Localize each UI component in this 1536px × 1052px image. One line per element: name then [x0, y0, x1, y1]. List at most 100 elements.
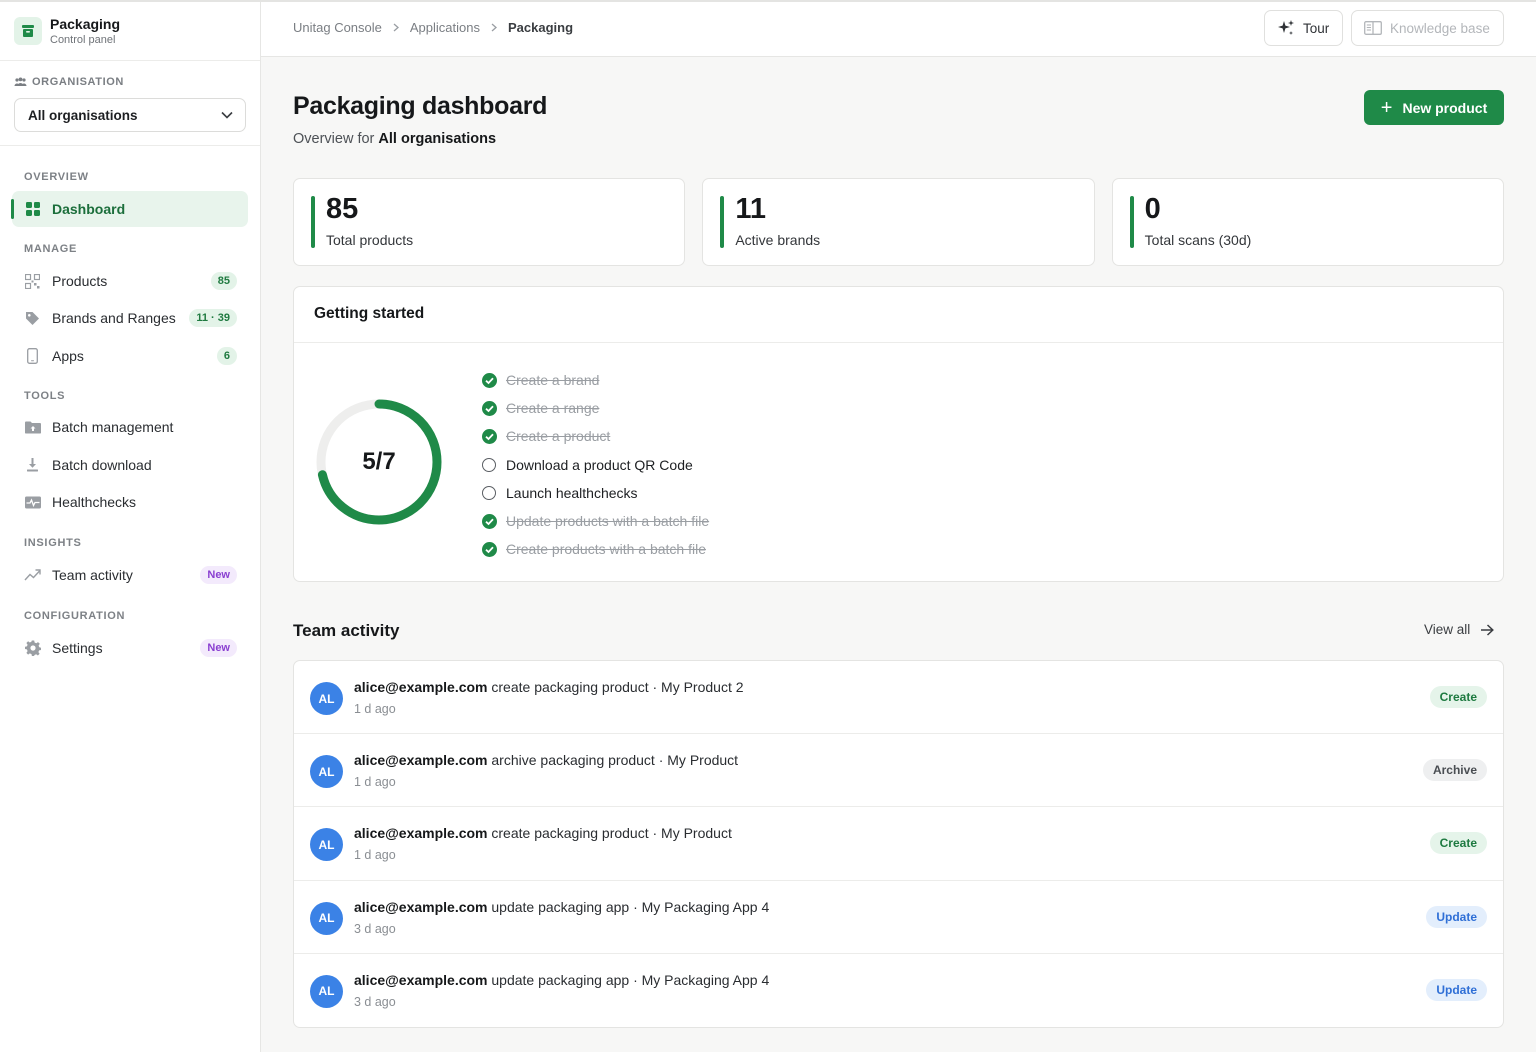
- new-product-label: New product: [1402, 99, 1488, 116]
- brand-header[interactable]: Packaging Control panel: [0, 2, 260, 61]
- organisation-label-text: ORGANISATION: [32, 76, 124, 88]
- sidebar-item-label: Products: [52, 273, 108, 289]
- activity-actor: alice@example.com: [354, 898, 488, 915]
- activity-action: update packaging app · My Packaging App …: [491, 971, 770, 988]
- stat-card-total-products: 85 Total products: [293, 178, 686, 266]
- stat-accent-bar: [1129, 196, 1134, 248]
- brands-count-badge: 11 · 39: [189, 309, 237, 327]
- knowledge-base-label: Knowledge base: [1390, 20, 1490, 36]
- step-create-batch-file[interactable]: Create products with a batch file: [481, 535, 709, 563]
- activity-row[interactable]: AL alice@example.com create packaging pr…: [294, 661, 1503, 735]
- empty-circle-icon: [481, 457, 497, 473]
- subtitle-prefix: Overview for: [293, 131, 375, 147]
- activity-text: alice@example.com create packaging produ…: [354, 679, 744, 695]
- subtitle-organisation: All organisations: [378, 131, 497, 147]
- activity-tag: Create: [1429, 686, 1487, 708]
- activity-tag: Archive: [1422, 759, 1487, 782]
- activity-time: 1 d ago: [354, 775, 396, 790]
- activity-action: update packaging app · My Packaging App …: [491, 898, 770, 915]
- team-activity-list: AL alice@example.com create packaging pr…: [293, 660, 1504, 1028]
- sidebar-item-healthchecks[interactable]: Healthchecks: [12, 484, 248, 520]
- sidebar: Packaging Control panel ORGANISATION All…: [0, 2, 261, 1052]
- avatar: AL: [310, 682, 343, 715]
- sidebar-item-products[interactable]: Products 85: [12, 263, 248, 299]
- getting-started-steps: Create a brand Create a range Create a p…: [481, 366, 709, 563]
- organisation-label: ORGANISATION: [14, 75, 246, 89]
- sidebar-item-batch-management[interactable]: Batch management: [12, 409, 248, 445]
- sidebar-item-apps[interactable]: Apps 6: [12, 338, 248, 374]
- step-create-product[interactable]: Create a product: [481, 422, 709, 450]
- stats-row: 85 Total products 11 Active brands 0 Tot…: [293, 178, 1504, 266]
- new-product-button[interactable]: + New product: [1364, 90, 1504, 125]
- breadcrumb-packaging: Packaging: [508, 20, 574, 35]
- stat-label: Total products: [326, 232, 414, 248]
- avatar: AL: [310, 755, 343, 789]
- plus-icon: +: [1380, 96, 1393, 119]
- check-circle-icon: [481, 428, 497, 444]
- section-tools: TOOLS: [24, 390, 66, 402]
- sidebar-item-label: Settings: [52, 640, 103, 656]
- sidebar-item-brands[interactable]: Brands and Ranges 11 · 39: [12, 300, 248, 336]
- activity-row[interactable]: AL alice@example.com archive packaging p…: [294, 734, 1503, 808]
- step-label: Launch healthchecks: [506, 484, 638, 501]
- breadcrumb-unitag-console[interactable]: Unitag Console: [293, 20, 382, 35]
- brand-title: Packaging: [50, 15, 121, 32]
- check-circle-icon: [481, 541, 497, 557]
- sidebar-item-batch-download[interactable]: Batch download: [12, 447, 248, 483]
- tour-button[interactable]: Tour: [1264, 10, 1343, 46]
- step-label: Create a product: [506, 428, 611, 445]
- step-download-qr-code[interactable]: Download a product QR Code: [481, 451, 709, 479]
- products-count-badge: 85: [210, 272, 237, 290]
- book-icon: [1364, 21, 1382, 35]
- chevron-right-icon: [393, 23, 399, 32]
- new-badge: New: [200, 639, 237, 657]
- organisation-select-value: All organisations: [28, 107, 138, 123]
- getting-started-card: Getting started 5/7 Create a brand Creat…: [293, 286, 1504, 582]
- avatar: AL: [310, 901, 343, 935]
- page-title: Packaging dashboard: [293, 92, 548, 120]
- sidebar-item-dashboard[interactable]: Dashboard: [11, 191, 248, 227]
- getting-started-title: Getting started: [294, 287, 1503, 343]
- activity-time: 1 d ago: [354, 848, 396, 863]
- step-label: Update products with a batch file: [506, 513, 710, 530]
- team-activity-title: Team activity: [293, 621, 400, 640]
- step-create-brand[interactable]: Create a brand: [481, 366, 709, 394]
- empty-circle-icon: [481, 485, 497, 501]
- download-icon: [24, 457, 41, 474]
- view-all-link[interactable]: View all: [1424, 622, 1495, 637]
- check-circle-icon: [481, 513, 497, 529]
- activity-time: 3 d ago: [354, 921, 396, 936]
- activity-actor: alice@example.com: [354, 752, 488, 769]
- top-header: Unitag Console Applications Packaging To…: [261, 2, 1536, 57]
- activity-tag: Update: [1426, 978, 1487, 1001]
- activity-action: archive packaging product · My Product: [491, 752, 739, 769]
- view-all-label: View all: [1424, 622, 1471, 637]
- activity-row[interactable]: AL alice@example.com update packaging ap…: [294, 954, 1503, 1027]
- breadcrumb-applications[interactable]: Applications: [410, 20, 480, 35]
- sidebar-item-team-activity[interactable]: Team activity New: [12, 557, 248, 593]
- sidebar-item-label: Batch management: [52, 419, 174, 435]
- activity-row[interactable]: AL alice@example.com update packaging ap…: [294, 881, 1503, 954]
- new-badge: New: [200, 566, 237, 584]
- page-subtitle: Overview for All organisations: [293, 131, 496, 147]
- organisation-select[interactable]: All organisations: [14, 98, 246, 132]
- step-launch-healthchecks[interactable]: Launch healthchecks: [481, 479, 709, 507]
- chevron-right-icon: [491, 23, 497, 32]
- check-circle-icon: [481, 372, 497, 388]
- sidebar-item-settings[interactable]: Settings New: [12, 630, 248, 666]
- section-insights: INSIGHTS: [24, 537, 82, 549]
- step-create-range[interactable]: Create a range: [481, 394, 709, 422]
- check-circle-icon: [481, 400, 497, 416]
- team-icon: [14, 77, 27, 86]
- stat-value: 11: [735, 193, 766, 225]
- avatar: AL: [310, 828, 343, 862]
- step-update-batch-file[interactable]: Update products with a batch file: [481, 507, 709, 535]
- arrow-right-icon: [1481, 623, 1495, 636]
- activity-row[interactable]: AL alice@example.com create packaging pr…: [294, 807, 1503, 881]
- activity-text: alice@example.com archive packaging prod…: [354, 752, 738, 768]
- activity-actor: alice@example.com: [354, 825, 488, 842]
- avatar: AL: [310, 974, 343, 1008]
- section-manage: MANAGE: [24, 243, 78, 255]
- knowledge-base-button[interactable]: Knowledge base: [1351, 10, 1504, 46]
- stat-card-total-scans: 0 Total scans (30d): [1111, 178, 1504, 266]
